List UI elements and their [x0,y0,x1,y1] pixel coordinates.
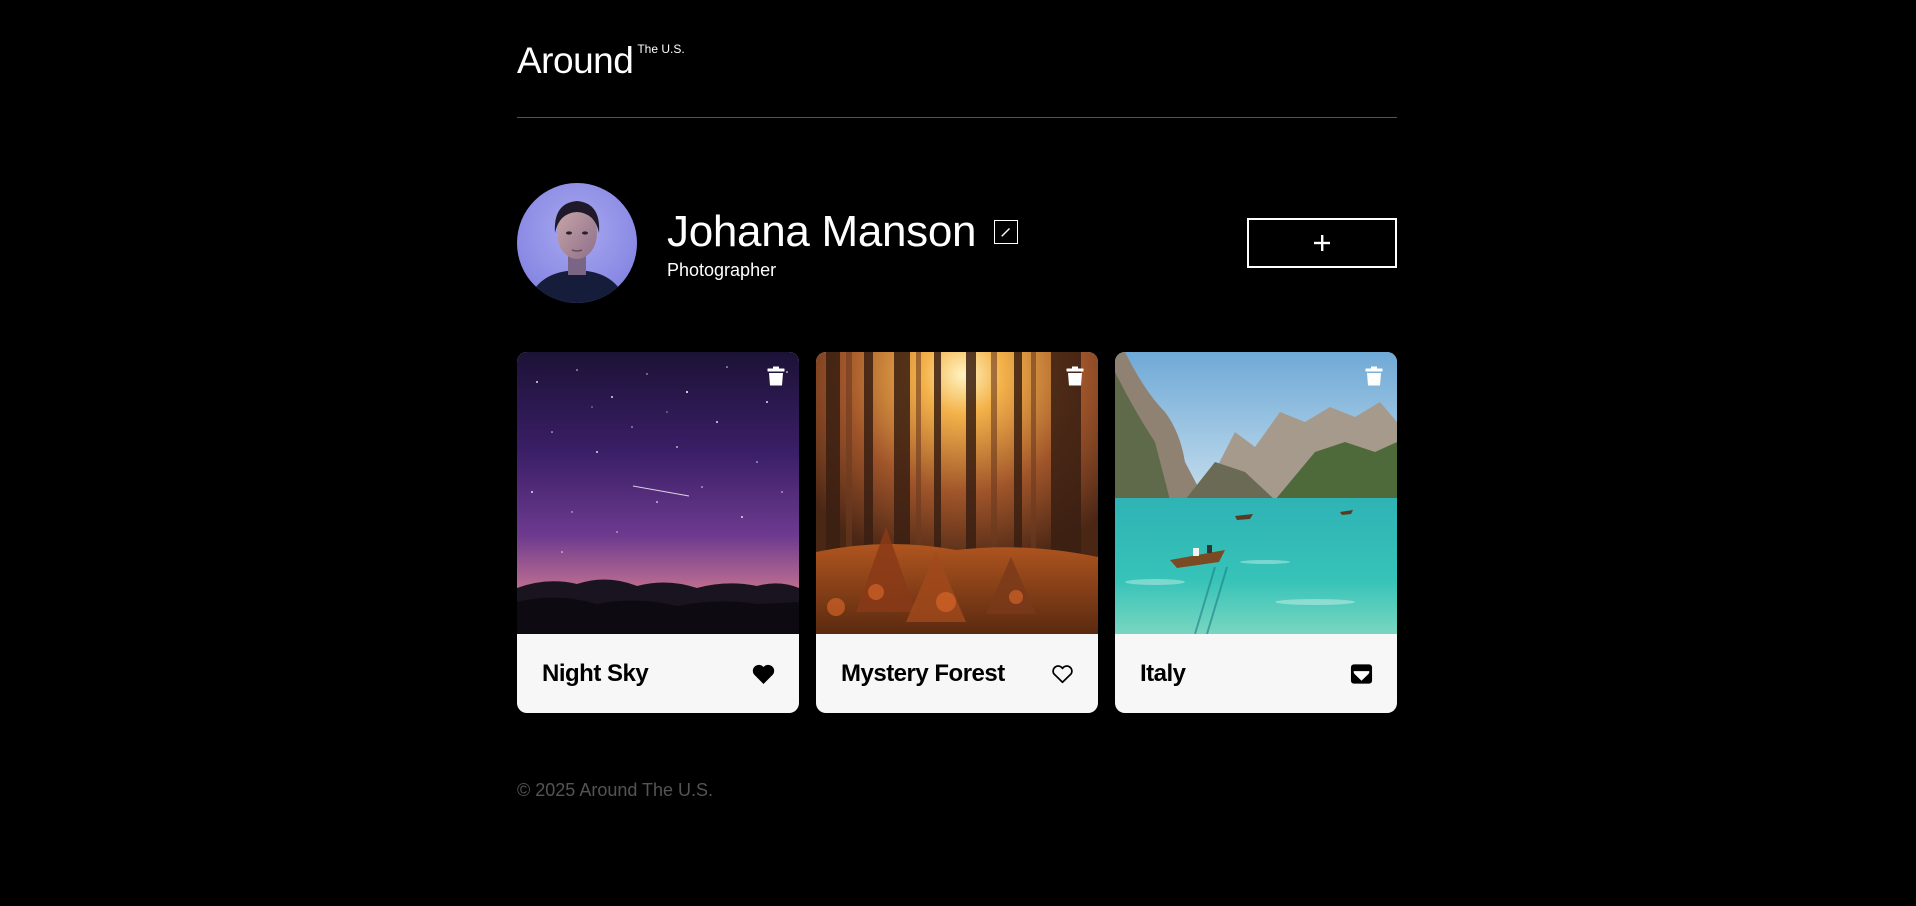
footer: © 2025 Around The U.S. [517,780,1397,801]
logo: Around The U.S. [517,42,685,79]
card: Night Sky [517,352,799,713]
mystery-forest-image [816,352,1098,634]
avatar[interactable] [517,183,637,303]
header: Around The U.S. [517,0,1397,118]
night-sky-image [517,352,799,634]
trash-icon[interactable] [767,366,785,386]
card-footer: Night Sky [517,634,799,713]
heart-filled-icon [752,664,774,684]
like-button[interactable] [1349,663,1373,685]
page: Around The U.S. Johana Manson Photograph… [517,0,1397,801]
card: Italy [1115,352,1397,713]
logo-superscript-text: The U.S. [637,42,685,56]
copyright-text: © 2025 Around The U.S. [517,780,714,800]
italy-lake-image [1115,352,1397,634]
profile-info: Johana Manson Photographer [667,207,1019,281]
like-button[interactable] [751,663,775,685]
trash-icon[interactable] [1066,366,1084,386]
card-image[interactable] [517,352,799,634]
card-image[interactable] [816,352,1098,634]
card-title: Night Sky [542,659,649,687]
profile-name-row: Johana Manson [667,207,1019,256]
heart-box-icon [1350,663,1372,684]
card-title: Mystery Forest [841,659,1005,687]
cards-grid: Night Sky Mystery Forest Italy [517,352,1397,713]
profile-job: Photographer [667,260,777,280]
add-card-button[interactable] [1247,218,1397,268]
avatar-image [517,183,637,303]
pencil-icon [1001,228,1011,237]
profile-name: Johana Manson [667,207,977,256]
heart-outline-icon [1051,664,1073,683]
plus-icon [1314,235,1330,251]
profile-section: Johana Manson Photographer [517,118,1397,352]
logo-main-text: Around [517,40,634,81]
card-image[interactable] [1115,352,1397,634]
edit-profile-button[interactable] [994,220,1019,244]
card: Mystery Forest [816,352,1098,713]
like-button[interactable] [1050,663,1074,685]
card-footer: Italy [1115,634,1397,713]
trash-icon[interactable] [1365,366,1383,386]
card-footer: Mystery Forest [816,634,1098,713]
card-title: Italy [1140,659,1186,687]
